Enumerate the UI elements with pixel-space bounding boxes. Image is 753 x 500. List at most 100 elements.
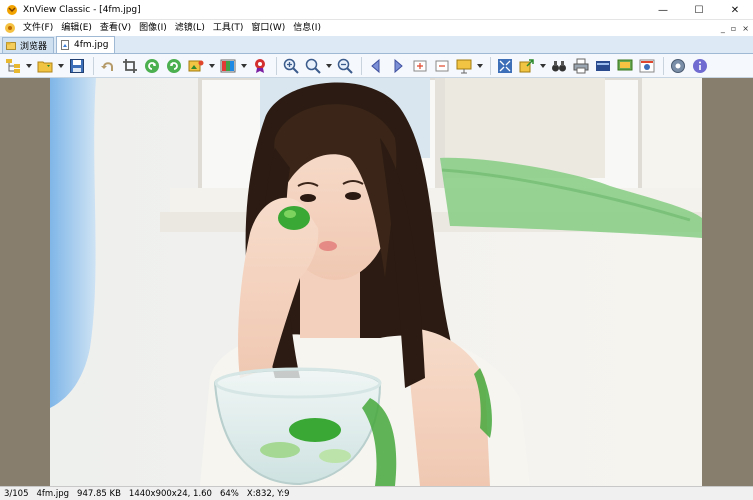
scanner-button[interactable] [593, 56, 613, 76]
minimize-button[interactable]: — [645, 0, 681, 20]
settings-button[interactable] [668, 56, 688, 76]
zoom-in-button[interactable] [281, 56, 301, 76]
toolbar-separator [361, 56, 362, 75]
window-title: XnView Classic - [4fm.jpg] [23, 4, 141, 15]
last-button[interactable] [432, 56, 452, 76]
xnview-app-icon [7, 4, 17, 15]
image-file-icon [61, 40, 69, 50]
previous-icon [371, 58, 380, 73]
open-folder-icon [37, 61, 53, 72]
menu-file[interactable]: 文件(F) [19, 20, 57, 36]
last-icon [435, 60, 449, 71]
status-image-index: 3/105 [4, 488, 29, 499]
rotate-right-icon [167, 58, 181, 73]
maximize-button[interactable]: ☐ [681, 0, 717, 20]
capture-button[interactable] [637, 56, 657, 76]
image-tools-button[interactable] [186, 56, 206, 76]
binoculars-button[interactable] [549, 56, 569, 76]
zoom-dropdown[interactable] [325, 56, 332, 76]
toolbar-separator [490, 56, 491, 75]
previous-button[interactable] [366, 56, 386, 76]
toolbar-separator [93, 56, 94, 75]
folder-tree-dropdown[interactable] [25, 56, 32, 76]
crop-button[interactable] [120, 56, 140, 76]
binoculars-icon [552, 60, 566, 71]
close-button[interactable]: ✕ [717, 0, 753, 20]
save-button[interactable] [67, 56, 87, 76]
desktop-button[interactable] [615, 56, 635, 76]
scanner-icon [596, 60, 610, 71]
slideshow-dropdown[interactable] [476, 56, 483, 76]
zoom-out-icon [337, 58, 353, 74]
fullscreen-icon [498, 58, 512, 73]
document-logo-icon[interactable] [4, 22, 16, 34]
toolbar [0, 54, 753, 78]
first-button[interactable] [410, 56, 430, 76]
info-button[interactable] [690, 56, 710, 76]
zoom-button[interactable] [303, 56, 323, 76]
open-folder-button[interactable] [35, 56, 55, 76]
export-icon [519, 58, 534, 72]
desktop-icon [617, 59, 633, 70]
mdi-minimize-button[interactable]: _ [721, 24, 725, 33]
effects-icon [255, 58, 265, 73]
status-zoom: 64% [219, 488, 239, 499]
folder-tree-button[interactable] [3, 56, 23, 76]
folder-tree-icon [6, 58, 20, 73]
fullscreen-button[interactable] [495, 56, 515, 76]
image-tools-dropdown[interactable] [208, 56, 215, 76]
status-bar: 3/105 4fm.jpg 947.85 KB 1440x900x24, 1.6… [0, 486, 753, 500]
photo-artwork [50, 78, 702, 486]
rotate-left-button[interactable] [142, 56, 162, 76]
tab-browser[interactable]: 浏览器 [2, 37, 55, 53]
mdi-close-button[interactable]: × [742, 24, 749, 33]
tab-image-4fm[interactable]: 4fm.jpg [56, 36, 116, 53]
displayed-photo[interactable] [50, 78, 702, 486]
tab-browser-label: 浏览器 [20, 42, 48, 52]
menu-view[interactable]: 查看(V) [96, 20, 135, 36]
next-icon [394, 58, 403, 73]
status-filesize: 947.85 KB [77, 488, 121, 499]
color-adjust-button[interactable] [218, 56, 238, 76]
color-adjust-icon [220, 59, 236, 72]
toolbar-separator [276, 56, 277, 75]
menu-window[interactable]: 窗口(W) [247, 20, 289, 36]
mdi-controls: _ ▫ × [721, 20, 749, 36]
open-folder-dropdown[interactable] [57, 56, 64, 76]
info-icon [693, 58, 707, 73]
tab-bar: 浏览器 4fm.jpg [0, 36, 753, 54]
menu-image[interactable]: 图像(I) [135, 20, 171, 36]
next-button[interactable] [388, 56, 408, 76]
browser-icon [6, 41, 16, 50]
slideshow-button[interactable] [454, 56, 474, 76]
menu-bar: 文件(F) 编辑(E) 查看(V) 图像(I) 滤镜(L) 工具(T) 窗口(W… [0, 20, 753, 36]
rotate-right-button[interactable] [164, 56, 184, 76]
zoom-icon [305, 58, 321, 74]
menu-tools[interactable]: 工具(T) [209, 20, 248, 36]
dropdown-arrow-icon [57, 63, 64, 68]
crop-icon [123, 58, 137, 73]
mdi-restore-button[interactable]: ▫ [731, 24, 736, 33]
dropdown-arrow-icon [240, 63, 247, 68]
zoom-in-icon [283, 58, 299, 74]
image-viewer[interactable] [0, 78, 753, 486]
export-dropdown[interactable] [539, 56, 546, 76]
menu-edit[interactable]: 编辑(E) [57, 20, 96, 36]
settings-icon [671, 58, 685, 73]
export-button[interactable] [517, 56, 537, 76]
print-button[interactable] [571, 56, 591, 76]
print-icon [573, 58, 589, 73]
effects-button[interactable] [250, 56, 270, 76]
menu-info[interactable]: 信息(I) [289, 20, 325, 36]
save-icon [70, 58, 84, 73]
color-adjust-dropdown[interactable] [240, 56, 247, 76]
dropdown-arrow-icon [539, 63, 546, 68]
toolbar-separator [663, 56, 664, 75]
menu-filter[interactable]: 滤镜(L) [171, 20, 209, 36]
dropdown-arrow-icon [208, 63, 215, 68]
title-bar: XnView Classic - [4fm.jpg] — ☐ ✕ [0, 0, 753, 20]
dropdown-arrow-icon [476, 63, 483, 68]
undo-button[interactable] [98, 56, 118, 76]
zoom-out-button[interactable] [335, 56, 355, 76]
rotate-left-icon [145, 58, 159, 73]
